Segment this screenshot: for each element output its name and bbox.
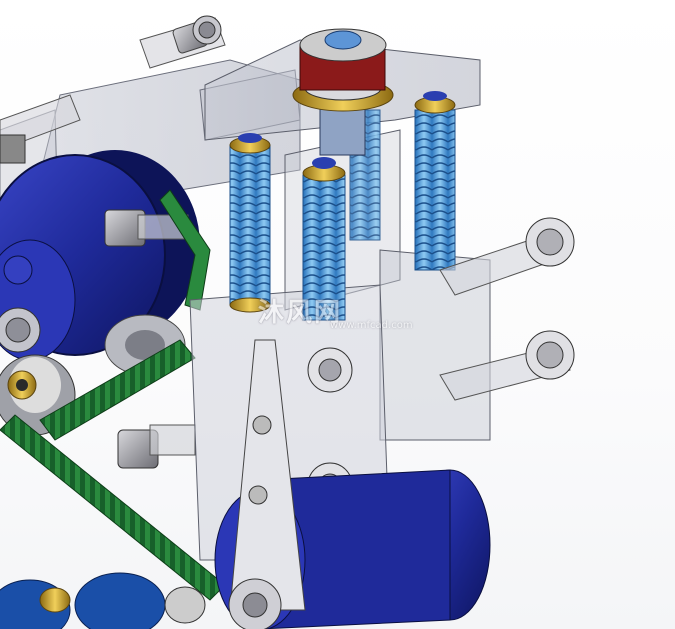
upper-right-shaft (439, 217, 575, 296)
top-left-bolt (139, 15, 226, 69)
mechanism-assembly (0, 15, 575, 629)
spring-right (414, 91, 456, 271)
front-nut-upper (307, 347, 353, 393)
spring-left (229, 133, 271, 313)
bottom-left-rollers (0, 572, 206, 629)
lower-bolt (117, 424, 196, 469)
spring-center (302, 157, 346, 321)
cad-viewport: 沐风网 www.mfcad.com (0, 0, 675, 629)
